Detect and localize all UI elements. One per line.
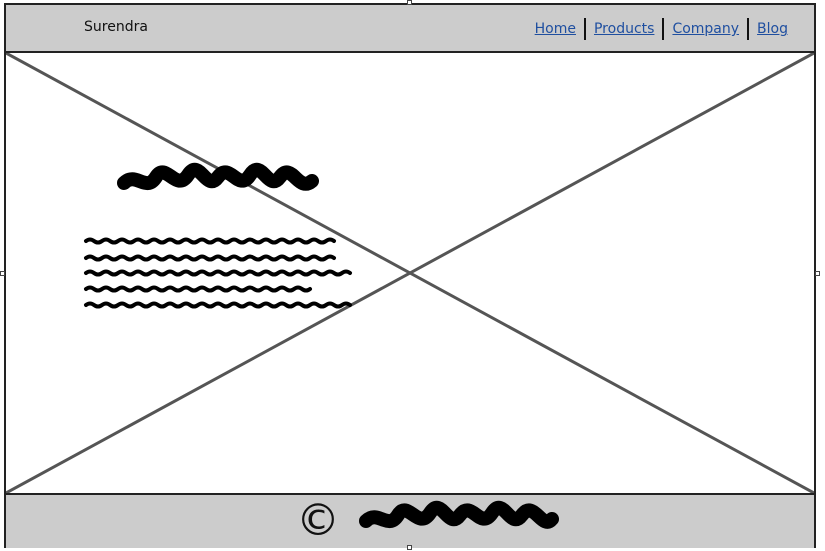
- text-scribble-line: [84, 254, 336, 262]
- resize-handle[interactable]: [407, 545, 412, 550]
- site-footer: ©: [6, 493, 814, 548]
- footer-scribble-graphic: [359, 500, 559, 529]
- text-scribble-line: [84, 237, 336, 245]
- site-header: Surendra Home Products Company Blog: [6, 5, 814, 53]
- nav-link-blog[interactable]: Blog: [757, 21, 788, 37]
- heading-scribble: [117, 162, 319, 191]
- nav-divider: [662, 18, 665, 40]
- placeholder-graphic: [6, 53, 814, 493]
- text-scribble-line: [84, 285, 312, 293]
- brand-name: Surendra: [84, 19, 148, 35]
- nav-link-home[interactable]: Home: [535, 21, 576, 37]
- text-scribble-line: [84, 301, 352, 309]
- nav-link-products[interactable]: Products: [594, 21, 654, 37]
- text-scribble-line: [84, 269, 352, 277]
- resize-handle[interactable]: [0, 271, 5, 276]
- main-nav: Home Products Company Blog: [535, 18, 788, 40]
- nav-divider: [747, 18, 750, 40]
- nav-link-company[interactable]: Company: [672, 21, 739, 37]
- resize-handle[interactable]: [407, 0, 412, 5]
- nav-divider: [583, 18, 586, 40]
- resize-handle[interactable]: [815, 271, 820, 276]
- footer-text-scribble: [359, 500, 559, 529]
- wireframe-frame: Surendra Home Products Company Blog ©: [4, 3, 816, 548]
- hero-image-placeholder: [6, 53, 814, 493]
- paragraph-scribble: [84, 237, 352, 309]
